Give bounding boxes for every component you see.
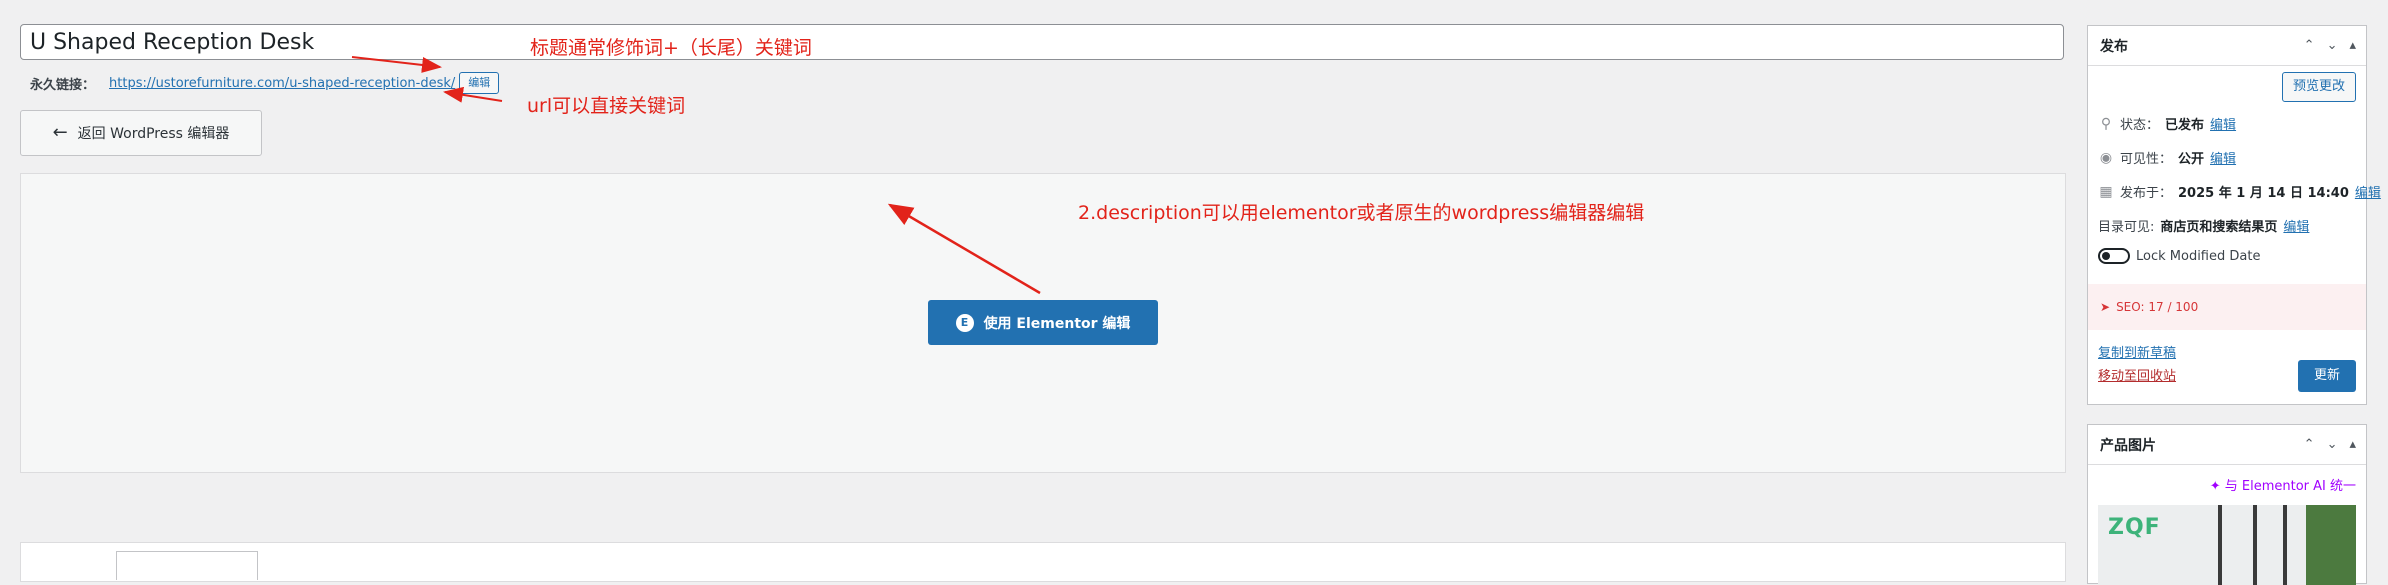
move-up-icon[interactable]: ⌃ <box>2304 437 2315 452</box>
catalog-visibility-row: 目录可见: 商店页和搜索结果页 编辑 <box>2098 216 2309 235</box>
catalog-edit-link[interactable]: 编辑 <box>2283 216 2309 235</box>
collapse-icon[interactable]: ▴ <box>2349 38 2356 53</box>
status-label: 状态： <box>2120 118 2160 133</box>
sparkle-icon: ✦ <box>2209 479 2221 494</box>
status-edit-link[interactable]: 编辑 <box>2210 114 2236 133</box>
published-value: 2025 年 1 月 14 日 14:40 <box>2178 186 2349 201</box>
post-title-input[interactable]: U Shaped Reception Desk <box>20 24 2064 60</box>
seo-score-bar: ➤ SEO: 17 / 100 <box>2088 284 2366 330</box>
visibility-row: ◉ 可见性： 公开 编辑 <box>2098 148 2236 168</box>
arrow-left-icon: ← <box>52 122 68 143</box>
lock-modified-date-label: Lock Modified Date <box>2136 248 2261 264</box>
seo-score: SEO: 17 / 100 <box>2116 300 2199 314</box>
published-date-row: ▦ 发布于： 2025 年 1 月 14 日 14:40 编辑 <box>2098 182 2381 202</box>
status-row: ⚲ 状态： 已发布 编辑 <box>2098 114 2236 134</box>
preview-changes-button[interactable]: 预览更改 <box>2281 72 2356 102</box>
visibility-label: 可见性： <box>2120 152 2173 167</box>
product-data-tab[interactable] <box>116 551 258 580</box>
product-data-box <box>20 542 2066 582</box>
catalog-label: 目录可见: <box>2098 220 2155 235</box>
collapse-icon[interactable]: ▴ <box>2349 437 2356 452</box>
elementor-ai-label: 与 Elementor AI 统一 <box>2224 479 2356 494</box>
product-image-thumbnail[interactable]: ZQF <box>2098 505 2356 585</box>
back-to-wordpress-editor-button[interactable]: ← 返回 WordPress 编辑器 <box>20 110 262 156</box>
annotation-url-note: url可以直接关键词 <box>527 95 686 117</box>
permalink-row: 永久链接： https://ustorefurniture.com/u-shap… <box>30 70 500 96</box>
brand-logo: ZQF <box>2108 515 2161 540</box>
seo-icon: ➤ <box>2100 300 2111 314</box>
move-down-icon[interactable]: ⌄ <box>2327 437 2338 452</box>
published-label: 发布于： <box>2120 186 2173 201</box>
copy-to-draft-link[interactable]: 复制到新草稿 <box>2098 342 2176 365</box>
move-down-icon[interactable]: ⌄ <box>2327 38 2338 53</box>
product-image-panel-header: 产品图片 ⌃ ⌄ ▴ <box>2088 425 2366 465</box>
lock-modified-date-row: Lock Modified Date <box>2098 248 2260 264</box>
calendar-icon: ▦ <box>2099 183 2113 200</box>
publish-panel-header: 发布 ⌃ ⌄ ▴ <box>2088 26 2366 66</box>
update-button[interactable]: 更新 <box>2297 360 2356 392</box>
elementor-button-label: 使用 Elementor 编辑 <box>983 315 1131 332</box>
elementor-logo-icon: E <box>955 313 974 332</box>
publish-panel-title: 发布 <box>2100 38 2128 55</box>
product-image-panel: 产品图片 ⌃ ⌄ ▴ ✦ 与 Elementor AI 统一 ZQF <box>2087 424 2367 585</box>
catalog-value: 商店页和搜索结果页 <box>2160 220 2278 235</box>
publish-panel: 发布 ⌃ ⌄ ▴ 预览更改 ⚲ 状态： 已发布 编辑 ◉ 可见性： 公开 编辑 … <box>2087 25 2381 405</box>
product-image-panel-title: 产品图片 <box>2100 437 2156 454</box>
edit-with-elementor-button[interactable]: E 使用 Elementor 编辑 <box>928 300 1158 345</box>
move-to-trash-link[interactable]: 移动至回收站 <box>2098 365 2176 388</box>
back-button-label: 返回 WordPress 编辑器 <box>77 126 230 142</box>
elementor-ai-link[interactable]: ✦ 与 Elementor AI 统一 <box>2210 475 2356 494</box>
permalink-url[interactable]: https://ustorefurniture.com/u-shaped-rec… <box>109 76 455 91</box>
annotation-title-note: 标题通常修饰词+（长尾）关键词 <box>530 37 812 59</box>
status-value: 已发布 <box>2165 118 2205 133</box>
pin-icon: ⚲ <box>2100 115 2112 132</box>
eye-icon: ◉ <box>2099 149 2113 166</box>
visibility-edit-link[interactable]: 编辑 <box>2210 148 2236 167</box>
plant-image <box>2306 505 2356 585</box>
permalink-label: 永久链接： <box>30 77 96 93</box>
edit-slug-button[interactable]: 编辑 <box>459 72 500 94</box>
visibility-value: 公开 <box>2178 152 2205 167</box>
published-edit-link[interactable]: 编辑 <box>2355 182 2381 201</box>
lock-modified-date-toggle[interactable] <box>2098 248 2130 264</box>
annotation-description-note: 2.description可以用elementor或者原生的wordpress编… <box>1078 202 1645 224</box>
move-up-icon[interactable]: ⌃ <box>2304 38 2315 53</box>
